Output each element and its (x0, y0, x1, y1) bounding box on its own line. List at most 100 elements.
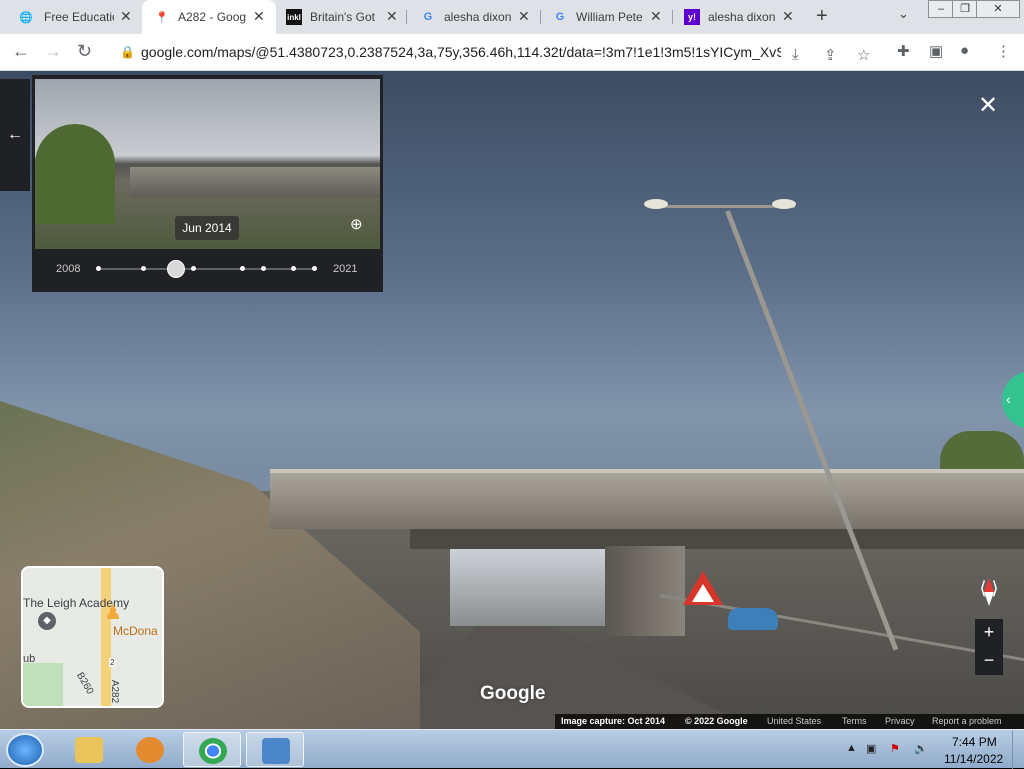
street-lamp-head (644, 199, 668, 209)
control-panel-taskbar-button[interactable] (246, 732, 304, 767)
pegman-icon[interactable]: ♟ (104, 600, 122, 630)
street-scene-blue-car (728, 608, 778, 630)
timeline-tick[interactable] (191, 266, 196, 271)
privacy-link[interactable]: Privacy (885, 716, 915, 726)
timeline-tick[interactable] (291, 266, 296, 271)
timeline-end-year: 2021 (333, 263, 358, 275)
inkl-icon: inkl (286, 9, 302, 25)
clock-date[interactable]: 11/14/2022 (944, 752, 1003, 766)
terms-link[interactable]: Terms (842, 716, 867, 726)
install-app-icon[interactable]: ⤓ (792, 46, 799, 63)
zoom-in-magnifier-icon[interactable]: ⊕ (350, 215, 363, 233)
attribution-footer: Image capture: Oct 2014 © 2022 Google Un… (555, 714, 1024, 729)
restore-window-icon[interactable]: ❐ (952, 0, 978, 18)
action-center-flag-icon[interactable]: ⚑ (890, 742, 900, 755)
explorer-taskbar-button[interactable] (60, 732, 118, 767)
back-to-map-arrow-icon[interactable]: ← (0, 79, 30, 191)
copyright-text: © 2022 Google (685, 716, 748, 726)
tab-title: alesha dixon (708, 10, 776, 24)
tab-title: Free Educatio (44, 10, 114, 24)
zoom-out-button[interactable]: − (975, 647, 1003, 675)
browser-menu-icon[interactable]: ⋮ (996, 42, 1011, 60)
profile-avatar-icon[interactable]: ● (960, 42, 969, 59)
clock-time[interactable]: 7:44 PM (952, 735, 997, 749)
timeline-tick[interactable] (312, 266, 317, 271)
tab-title: A282 - Goog (178, 10, 247, 24)
tab-title: Britain's Got (310, 10, 375, 24)
timeline-tick[interactable] (240, 266, 245, 271)
minimap-road-label: B260 (74, 670, 96, 697)
close-tab-icon[interactable]: ✕ (650, 8, 662, 25)
address-toolbar: ← → ↻ 🔒 google.com/maps/@51.4380723,0.23… (0, 34, 1024, 71)
zoom-in-button[interactable]: + (975, 619, 1003, 647)
close-tab-icon[interactable]: ✕ (386, 8, 398, 25)
close-tab-icon[interactable]: ✕ (518, 8, 530, 25)
lock-icon[interactable]: 🔒 (120, 45, 135, 59)
media-player-taskbar-button[interactable] (121, 732, 179, 767)
roadworks-sign-inner (692, 584, 714, 602)
tab-strip: 🌐 Free Educatio ✕ 📍 A282 - Goog ✕ inkl B… (0, 0, 1024, 34)
compass-south-needle[interactable] (984, 592, 994, 606)
extensions-puzzle-icon[interactable]: ✚ (897, 42, 910, 60)
url-box[interactable]: 🔒 google.com/maps/@51.4380723,0.2387524,… (108, 38, 883, 67)
side-panel-icon[interactable]: ▣ (929, 42, 943, 60)
close-street-view-icon[interactable]: ✕ (978, 91, 998, 120)
bookmark-star-icon[interactable]: ☆ (857, 46, 870, 64)
new-tab-plus-icon[interactable]: + (816, 5, 828, 28)
media-player-icon (136, 737, 164, 763)
region-link[interactable]: United States (767, 716, 821, 726)
timeline-tick[interactable] (96, 266, 101, 271)
windows-start-button[interactable] (6, 733, 44, 767)
street-scene-trees (940, 431, 1024, 471)
google-watermark: Google (480, 683, 546, 704)
tab-william-peter[interactable]: G William Pete ✕ (540, 0, 672, 34)
tray-expand-icon[interactable]: ▲ (846, 742, 857, 754)
thumbnail-bridge (130, 167, 380, 197)
street-lamp-head (772, 199, 796, 209)
time-travel-panel: Jun 2014 ⊕ 2008 2021 (32, 75, 383, 292)
close-tab-icon[interactable]: ✕ (253, 8, 265, 25)
control-panel-icon (262, 738, 290, 764)
minimize-window-icon[interactable]: – (928, 0, 954, 18)
timeline-start-year: 2008 (56, 263, 81, 275)
compass-north-needle[interactable] (984, 578, 994, 592)
minimap-road-label: A282 (109, 679, 121, 704)
tab-title: alesha dixon (444, 10, 512, 24)
tab-free-education[interactable]: 🌐 Free Educatio ✕ (0, 0, 142, 34)
timeline-slider-knob[interactable] (167, 260, 185, 278)
show-desktop-button[interactable] (1012, 730, 1024, 769)
tab-search-chevron-icon[interactable]: ⌄ (898, 6, 909, 22)
forward-arrow-icon[interactable]: → (44, 41, 62, 62)
close-tab-icon[interactable]: ✕ (782, 8, 794, 25)
school-pin-icon: ◆ (38, 612, 56, 630)
expand-side-panel-chevron-icon[interactable]: ‹ (1002, 371, 1024, 429)
street-scene-bridge (270, 469, 1024, 529)
tab-a282-maps[interactable]: 📍 A282 - Goog ✕ (142, 0, 276, 34)
url-text[interactable]: google.com/maps/@51.4380723,0.2387524,3a… (141, 44, 781, 60)
close-tab-icon[interactable]: ✕ (120, 8, 132, 25)
timeline-track[interactable] (97, 268, 317, 270)
street-view-panorama[interactable]: Google ✕ ← Jun 2014 ⊕ 2008 2021 The Leig… (0, 71, 1024, 729)
report-problem-link[interactable]: Report a problem (932, 716, 1002, 726)
volume-icon[interactable]: 🔊 (914, 742, 928, 755)
close-window-icon[interactable]: ✕ (976, 0, 1020, 18)
google-g-icon: G (423, 11, 433, 23)
yahoo-icon: y! (684, 9, 700, 25)
minimap[interactable]: The Leigh Academy McDona ub B260 A282 2 … (21, 566, 164, 708)
street-scene-bridge-underside (410, 529, 1024, 549)
street-scene-underpass (450, 546, 605, 626)
tab-alesha-dixon[interactable]: G alesha dixon ✕ (406, 0, 540, 34)
share-icon[interactable]: ⇪ (824, 46, 837, 64)
tab-alesha-dixon-yahoo[interactable]: y! alesha dixon ✕ (672, 0, 804, 34)
back-arrow-icon[interactable]: ← (12, 41, 30, 62)
minimap-road-shield: 2 (109, 658, 116, 667)
tab-britains-got[interactable]: inkl Britain's Got ✕ (276, 0, 406, 34)
network-icon[interactable]: ▣ (866, 742, 876, 755)
chrome-icon (199, 738, 227, 764)
timeline-tick[interactable] (141, 266, 146, 271)
minimap-area-label: ub (23, 653, 36, 665)
timeline-tick[interactable] (261, 266, 266, 271)
chrome-taskbar-button[interactable] (183, 732, 241, 767)
windows-taskbar: ▲ ▣ ⚑ 🔊 7:44 PM 11/14/2022 (0, 729, 1024, 769)
reload-icon[interactable]: ↻ (77, 41, 92, 62)
